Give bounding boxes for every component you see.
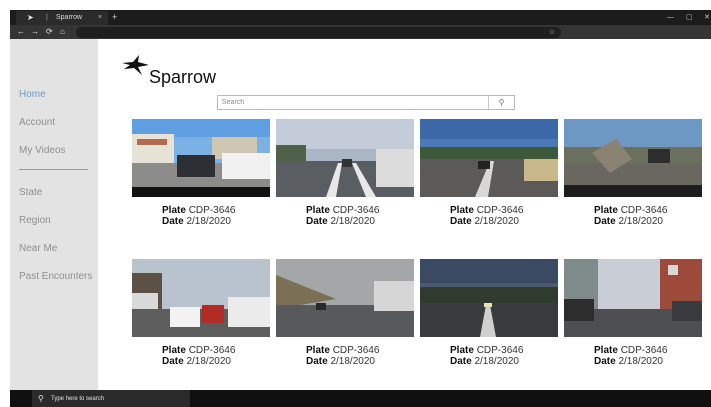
plate-value: CDP-3646 (332, 205, 380, 216)
date-value: 2/18/2020 (618, 216, 663, 227)
video-meta: Plate CDP-3646 Date 2/18/2020 (162, 345, 236, 367)
tab-title: Sparrow (56, 14, 83, 21)
date-value: 2/18/2020 (186, 356, 231, 367)
video-meta: Plate CDP-3646 Date 2/18/2020 (306, 205, 380, 227)
sidebar-item-my-videos[interactable]: My Videos (19, 145, 66, 156)
browser-tab[interactable]: ➤ | Sparrow × (16, 11, 108, 25)
forward-button[interactable]: → (31, 25, 39, 39)
sidebar-item-near-me[interactable]: Near Me (19, 243, 57, 254)
taskbar: ⚲ Type here to search (10, 390, 711, 407)
sparrow-favicon-icon: ➤ (27, 13, 34, 22)
date-value: 2/18/2020 (474, 216, 519, 227)
plate-value: CDP-3646 (476, 205, 524, 216)
tab-close-icon[interactable]: × (98, 11, 102, 25)
sidebar-item-home[interactable]: Home (19, 89, 46, 100)
plate-value: CDP-3646 (188, 205, 236, 216)
search-icon[interactable]: ⚲ (488, 96, 514, 109)
video-meta: Plate CDP-3646 Date 2/18/2020 (450, 205, 524, 227)
video-meta: Plate CDP-3646 Date 2/18/2020 (450, 345, 524, 367)
home-button[interactable]: ⌂ (60, 25, 65, 39)
video-meta: Plate CDP-3646 Date 2/18/2020 (162, 205, 236, 227)
date-value: 2/18/2020 (474, 356, 519, 367)
minimize-button[interactable]: — (667, 10, 674, 25)
browser-window: ➤ | Sparrow × + — ▢ ✕ ← → ⟳ ⌂ ☆ Home Acc… (10, 10, 711, 407)
reload-button[interactable]: ⟳ (46, 25, 53, 39)
sidebar-item-region[interactable]: Region (19, 215, 51, 226)
logo-text: Sparrow (149, 67, 217, 87)
video-meta: Plate CDP-3646 Date 2/18/2020 (594, 345, 668, 367)
star-icon[interactable]: ☆ (549, 27, 555, 38)
video-meta: Plate CDP-3646 Date 2/18/2020 (306, 345, 380, 367)
video-thumbnail[interactable] (276, 259, 414, 337)
search-icon: ⚲ (38, 394, 44, 403)
plate-value: CDP-3646 (332, 345, 380, 356)
plate-value: CDP-3646 (620, 345, 668, 356)
plate-value: CDP-3646 (476, 345, 524, 356)
sidebar-divider (19, 169, 88, 170)
video-thumbnail[interactable] (276, 119, 414, 197)
date-value: 2/18/2020 (330, 356, 375, 367)
search-box: ⚲ (217, 95, 515, 110)
video-thumbnail[interactable] (420, 119, 558, 197)
sidebar-item-past-encounters[interactable]: Past Encounters (19, 271, 92, 282)
maximize-button[interactable]: ▢ (686, 10, 693, 25)
video-thumbnail[interactable] (132, 259, 270, 337)
taskbar-search[interactable]: ⚲ Type here to search (32, 390, 190, 407)
plate-value: CDP-3646 (620, 205, 668, 216)
taskbar-search-text: Type here to search (51, 396, 105, 402)
video-meta: Plate CDP-3646 Date 2/18/2020 (594, 205, 668, 227)
video-thumbnail[interactable] (132, 119, 270, 197)
sidebar: Home Account My Videos State Region Near… (10, 39, 98, 390)
title-bar: ➤ | Sparrow × + — ▢ ✕ (10, 10, 711, 25)
date-value: 2/18/2020 (618, 356, 663, 367)
sparrow-bird-icon (122, 55, 149, 75)
video-thumbnail[interactable] (420, 259, 558, 337)
sidebar-item-state[interactable]: State (19, 187, 42, 198)
back-button[interactable]: ← (17, 25, 25, 39)
new-tab-button[interactable]: + (112, 10, 117, 25)
sidebar-item-account[interactable]: Account (19, 117, 55, 128)
search-input[interactable] (218, 96, 488, 109)
video-thumbnail[interactable] (564, 119, 702, 197)
address-bar[interactable]: ☆ (76, 27, 561, 38)
video-thumbnail[interactable] (564, 259, 702, 337)
date-value: 2/18/2020 (186, 216, 231, 227)
close-window-button[interactable]: ✕ (704, 10, 710, 25)
date-value: 2/18/2020 (330, 216, 375, 227)
plate-value: CDP-3646 (188, 345, 236, 356)
navigation-bar: ← → ⟳ ⌂ ☆ (10, 25, 711, 39)
